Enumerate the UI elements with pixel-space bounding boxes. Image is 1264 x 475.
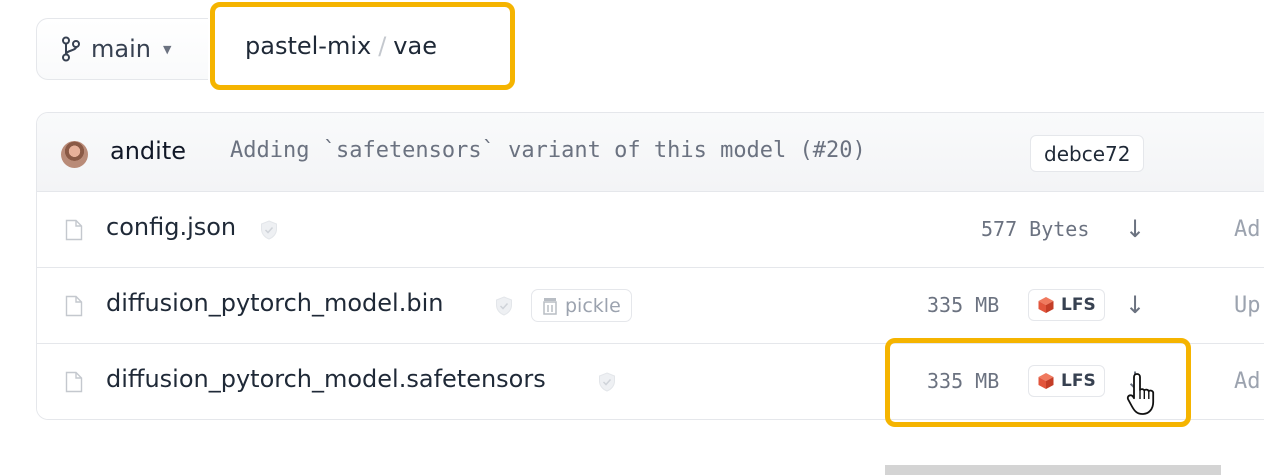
file-icon [65, 295, 83, 317]
lfs-label: LFS [1061, 371, 1096, 391]
breadcrumb: pastel-mix / vae [210, 2, 515, 90]
last-commit-truncated: Ad [1234, 217, 1261, 242]
lfs-badge[interactable]: LFS [1028, 365, 1105, 397]
chevron-down-icon: ▼ [162, 42, 172, 56]
file-size: 335 MB [927, 293, 1000, 317]
last-commit-truncated: Up [1234, 293, 1261, 318]
file-size: 335 MB [927, 369, 1000, 393]
file-name-link[interactable]: config.json [106, 213, 236, 241]
pickle-jar-icon [543, 297, 557, 315]
hand-pointer-cursor-icon [1126, 373, 1155, 415]
file-size: 577 Bytes [981, 217, 1090, 241]
avatar[interactable] [61, 141, 88, 168]
latest-commit-row: andite Adding `safetensors` variant of t… [37, 113, 1264, 192]
pickle-label: pickle [565, 294, 621, 317]
shield-check-icon [599, 372, 615, 392]
lfs-badge[interactable]: LFS [1028, 289, 1105, 321]
branch-label: main [91, 35, 151, 63]
lfs-label: LFS [1061, 295, 1096, 315]
lfs-cube-icon [1038, 373, 1054, 389]
commit-message[interactable]: Adding `safetensors` variant of this mod… [230, 138, 866, 163]
file-name-link[interactable]: diffusion_pytorch_model.safetensors [106, 365, 546, 393]
table-row: diffusion_pytorch_model.safetensors 335 … [37, 344, 1264, 419]
bottom-scroll-bar [885, 465, 1221, 475]
pickle-badge[interactable]: pickle [531, 289, 632, 322]
branch-icon [62, 36, 80, 62]
breadcrumb-separator: / [378, 32, 387, 60]
lfs-cube-icon [1038, 297, 1054, 313]
table-row: diffusion_pytorch_model.bin pickle 335 M… [37, 268, 1264, 344]
download-arrow-icon[interactable]: ↓ [1125, 215, 1145, 243]
shield-check-icon [261, 220, 277, 240]
file-icon [65, 219, 83, 241]
download-arrow-icon[interactable]: ↓ [1125, 291, 1145, 319]
branch-selector[interactable]: main ▼ [36, 18, 208, 80]
table-row: config.json 577 Bytes ↓ Ad [37, 192, 1264, 268]
breadcrumb-repo-link[interactable]: pastel-mix [245, 32, 371, 60]
last-commit-truncated: Ad [1234, 369, 1261, 394]
file-table: andite Adding `safetensors` variant of t… [36, 112, 1264, 420]
commit-author[interactable]: andite [110, 137, 186, 165]
shield-check-icon [496, 296, 512, 316]
file-icon [65, 371, 83, 393]
commit-hash-badge[interactable]: debce72 [1030, 135, 1145, 172]
file-name-link[interactable]: diffusion_pytorch_model.bin [106, 289, 443, 317]
breadcrumb-folder: vae [393, 32, 437, 60]
